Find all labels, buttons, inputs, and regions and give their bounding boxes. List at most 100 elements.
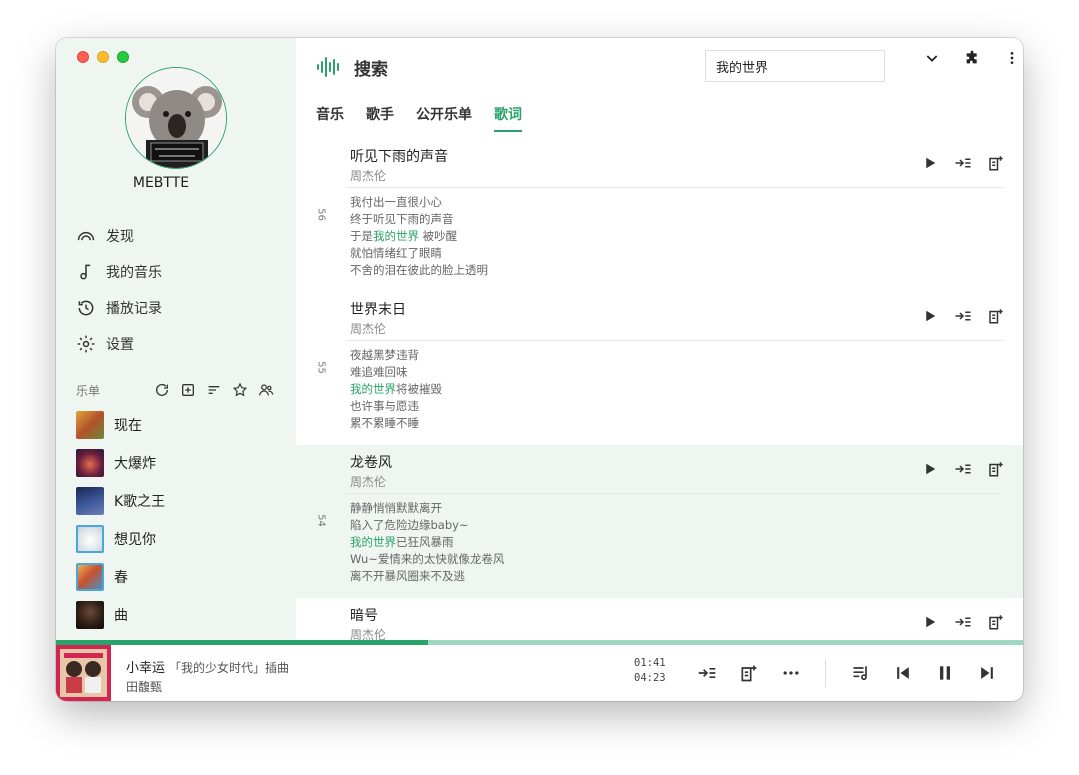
lyrics-snippet: 夜越黑梦违背 难追难回味 我的世界将被摧毁 也许事与愿违 累不累睡不睡 — [350, 347, 442, 432]
playlist-item[interactable]: 春 — [76, 558, 165, 596]
previous-button[interactable] — [882, 661, 924, 685]
username: MEBTTE — [132, 175, 190, 191]
history-icon — [78, 300, 94, 316]
close-window-button[interactable] — [77, 51, 89, 63]
add-to-playlist-button[interactable] — [979, 612, 1012, 632]
player-bar: 小幸运 「我的少女时代」插曲 田馥甄 01:41 04:23 — [56, 645, 1023, 701]
tab-music[interactable]: 音乐 — [316, 104, 344, 132]
result-item[interactable]: 暗号 周杰伦 — [296, 598, 1023, 640]
play-next-button[interactable] — [946, 459, 979, 479]
skip-next-icon — [981, 667, 993, 679]
sidebar-nav: 发现 我的音乐 播放记录 设置 — [76, 218, 162, 362]
minimize-window-button[interactable] — [97, 51, 109, 63]
playlist-item[interactable]: 大爆炸 — [76, 444, 165, 482]
playlist-add-icon — [988, 615, 1003, 630]
shared-button[interactable] — [256, 380, 276, 400]
nav-item-my-music[interactable]: 我的音乐 — [76, 254, 162, 290]
lyric-line: 不舍的泪在彼此的脸上透明 — [350, 263, 488, 277]
play-button[interactable] — [913, 306, 946, 326]
player-actions — [686, 661, 812, 685]
queue-button[interactable] — [840, 661, 882, 685]
sort-button[interactable] — [204, 380, 224, 400]
pause-icon — [940, 666, 950, 680]
result-artist[interactable]: 周杰伦 — [350, 626, 386, 640]
playlist-item[interactable]: 曲 — [76, 596, 165, 634]
result-actions — [913, 153, 1012, 173]
divider — [346, 187, 1003, 188]
playlist-add-icon — [988, 156, 1003, 171]
playlist-add-icon — [988, 309, 1003, 324]
dropdown-button[interactable] — [912, 48, 952, 68]
refresh-button[interactable] — [152, 380, 172, 400]
page-header: 搜索 — [316, 54, 388, 80]
nav-item-label: 我的音乐 — [106, 265, 162, 281]
song-subtitle: 「我的少女时代」插曲 — [169, 661, 290, 675]
result-artist[interactable]: 周杰伦 — [350, 320, 386, 337]
add-to-playlist-button[interactable] — [979, 306, 1012, 326]
result-title: 暗号 — [350, 608, 378, 624]
lyric-line: 离不开暴风圈来不及逃 — [350, 569, 465, 583]
add-to-playlist-button[interactable] — [728, 661, 770, 685]
main-content: 搜索 音乐 歌手 公开乐单 歌词 56 听见下雨的声音 周杰伦 — [296, 38, 1023, 640]
search-input[interactable] — [705, 50, 885, 82]
play-next-button[interactable] — [946, 612, 979, 632]
lyric-line: 我的世界将被摧毁 — [350, 382, 442, 396]
result-item-hovered[interactable]: 54 龙卷风 周杰伦 静静悄悄默默离开 陷入了危险边缘baby~ 我的世界已狂风… — [296, 445, 1023, 598]
play-next-icon — [698, 668, 716, 678]
more-vertical-icon — [1010, 52, 1014, 64]
tab-lyrics[interactable]: 歌词 — [494, 104, 522, 132]
plugins-button[interactable] — [952, 48, 992, 68]
zoom-window-button[interactable] — [117, 51, 129, 63]
play-button[interactable] — [913, 153, 946, 173]
more-menu-button[interactable] — [992, 48, 1023, 68]
playlist-label: 想见你 — [114, 532, 156, 548]
play-button[interactable] — [913, 612, 946, 632]
result-index: 56 — [315, 208, 327, 221]
favorites-button[interactable] — [230, 380, 250, 400]
more-button[interactable] — [770, 661, 812, 685]
result-title: 听见下雨的声音 — [350, 149, 448, 165]
play-next-button[interactable] — [946, 153, 979, 173]
playlist-item[interactable]: 想见你 — [76, 520, 165, 558]
playlist-item[interactable]: K歌之王 — [76, 482, 165, 520]
nav-item-discover[interactable]: 发现 — [76, 218, 162, 254]
puzzle-icon — [966, 50, 977, 64]
next-button[interactable] — [966, 661, 1008, 685]
queue-music-icon — [853, 666, 867, 681]
tab-artists[interactable]: 歌手 — [366, 104, 394, 132]
skip-previous-icon — [897, 667, 909, 679]
music-note-icon — [80, 264, 91, 280]
nav-item-label: 设置 — [106, 337, 134, 353]
nav-item-settings[interactable]: 设置 — [76, 326, 162, 362]
result-item[interactable]: 55 世界末日 周杰伦 夜越黑梦违背 难追难回味 我的世界将被摧毁 也许事与愿违… — [296, 292, 1023, 445]
now-playing-artist[interactable]: 田馥甄 — [126, 678, 162, 695]
refresh-icon — [156, 383, 168, 396]
play-next-button[interactable] — [686, 661, 728, 685]
result-item[interactable]: 56 听见下雨的声音 周杰伦 我付出一直很小心 终于听见下雨的声音 于是我的世界… — [296, 139, 1023, 292]
highlight-keyword: 我的世界 — [350, 535, 396, 549]
nav-item-history[interactable]: 播放记录 — [76, 290, 162, 326]
result-index: 55 — [315, 361, 327, 374]
result-artist[interactable]: 周杰伦 — [350, 167, 386, 184]
playlist-cover — [76, 411, 104, 439]
tab-public-playlists[interactable]: 公开乐单 — [416, 104, 472, 132]
add-to-playlist-button[interactable] — [979, 153, 1012, 173]
playlist-item[interactable]: 现在 — [76, 406, 165, 444]
add-to-playlist-button[interactable] — [979, 459, 1012, 479]
lyric-line: 就怕情绪红了眼睛 — [350, 246, 442, 260]
avatar[interactable] — [125, 67, 227, 169]
play-next-button[interactable] — [946, 306, 979, 326]
playlist-section-title: 乐单 — [76, 383, 101, 398]
chevron-down-icon — [926, 55, 938, 62]
song-title: 小幸运 — [126, 661, 166, 676]
play-next-icon — [955, 617, 970, 627]
result-actions — [913, 459, 1012, 479]
play-next-icon — [955, 464, 970, 474]
lyric-line: 陷入了危险边缘baby~ — [350, 518, 469, 532]
result-artist[interactable]: 周杰伦 — [350, 473, 386, 490]
add-playlist-button[interactable] — [178, 380, 198, 400]
play-button[interactable] — [913, 459, 946, 479]
now-playing-cover[interactable] — [56, 645, 111, 701]
result-actions — [913, 612, 1012, 632]
pause-button[interactable] — [924, 661, 966, 685]
